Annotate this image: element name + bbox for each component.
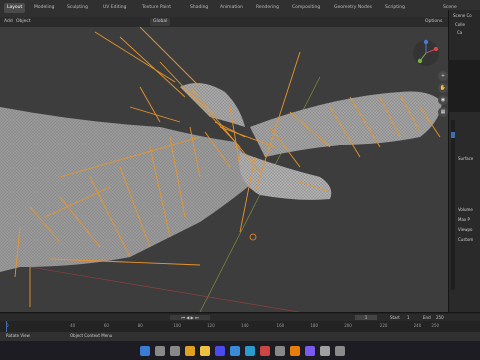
options-dropdown[interactable]: Options (425, 18, 442, 26)
tab-rendering[interactable]: Rendering (253, 3, 282, 13)
timeline-tick-label: 120 (207, 323, 215, 328)
x-axis-line (0, 261, 301, 312)
timeline-tick-label: 60 (103, 323, 109, 328)
explorer-icon[interactable] (200, 346, 210, 356)
status-right: Object Context Menu (70, 333, 113, 338)
zoom-icon[interactable]: + (438, 71, 448, 81)
transform-orientation-dropdown[interactable]: Global (150, 18, 171, 26)
navigation-gizmo[interactable] (412, 39, 440, 67)
tab-modeling[interactable]: Modeling (31, 3, 57, 13)
3d-cursor (249, 233, 257, 241)
volume-section[interactable]: Volume (458, 207, 473, 212)
properties-panel: Surface Volume Max P Viewpo Custom (448, 112, 480, 312)
outliner-item[interactable]: Ca (457, 30, 462, 35)
timeline-tick-label: 80 (137, 323, 143, 328)
app1-icon[interactable] (260, 346, 270, 356)
app3-icon[interactable] (305, 346, 315, 356)
chrome-icon[interactable] (185, 346, 195, 356)
add-menu[interactable]: Add (4, 18, 13, 26)
grid-icon[interactable]: ▦ (438, 107, 448, 117)
timeline[interactable]: ⏮ ◀ ▶ ⏭ 1 Start 1 End 250 0 40 60 80 100 120 1… (0, 312, 480, 333)
outliner-item[interactable]: Scene Co (453, 13, 472, 18)
tab-animation[interactable]: Animation (217, 3, 246, 13)
custom-properties-section[interactable]: Custom (458, 237, 473, 242)
app5-icon[interactable] (335, 346, 345, 356)
search-icon[interactable] (155, 346, 165, 356)
tab-compositing[interactable]: Compositing (289, 3, 323, 13)
3d-viewport[interactable]: + ✋ ◉ ▦ (0, 27, 448, 312)
timeline-tick-label: 160 (276, 323, 285, 328)
store-icon[interactable] (215, 346, 225, 356)
max-field[interactable]: Max P (458, 217, 470, 222)
status-bar: Rotate View Object Context Menu (0, 332, 480, 341)
viewport-section[interactable]: Viewpo (458, 227, 472, 232)
timeline-tick-label: 180 (310, 323, 319, 328)
timeline-tick-label: 240 (413, 323, 422, 328)
pan-hand-icon[interactable]: ✋ (438, 83, 448, 93)
timeline-tick-label: 250 (431, 323, 440, 328)
blender-icon[interactable] (290, 346, 300, 356)
windows-taskbar (0, 341, 480, 360)
timeline-tick-label: 40 (70, 323, 76, 328)
material-tab-icon[interactable] (451, 132, 455, 138)
properties-tab-strip (451, 120, 455, 290)
timeline-tick-label: 200 (344, 323, 352, 328)
surface-section[interactable]: Surface (458, 156, 473, 161)
tab-scripting[interactable]: Scripting (382, 3, 408, 13)
taskview-icon[interactable] (170, 346, 180, 356)
timeline-tick-label: 100 (173, 323, 181, 328)
tab-sculpting[interactable]: Sculpting (64, 3, 91, 13)
axis-gizmo-icon (413, 39, 439, 66)
object-menu[interactable]: Object (16, 18, 31, 26)
start-icon[interactable] (140, 346, 150, 356)
edge-icon[interactable] (245, 346, 255, 356)
timeline-ruler: 0 40 60 80 100 120 140 160 180 200 220 240 250 (0, 313, 480, 333)
viewport-canvas (0, 27, 442, 312)
app4-icon[interactable] (320, 346, 330, 356)
workspace-topbar: Layout Modeling Sculpting UV Editing Texture… (0, 0, 480, 18)
tab-shading[interactable]: Shading (187, 3, 211, 13)
timeline-tick-label: 140 (240, 323, 249, 328)
timeline-tick-label: 220 (379, 323, 388, 328)
tab-layout[interactable]: Layout (4, 3, 26, 13)
mail-icon[interactable] (230, 346, 240, 356)
camera-icon[interactable]: ◉ (438, 95, 448, 105)
outliner-panel: Scene Co Colle Ca (448, 10, 480, 60)
tab-texture-paint[interactable]: Texture Paint (139, 3, 174, 13)
tab-uv-editing[interactable]: UV Editing (100, 3, 129, 13)
app2-icon[interactable] (275, 346, 285, 356)
outliner-item[interactable]: Colle (455, 22, 465, 27)
status-left: Rotate View (6, 333, 30, 338)
tab-geometry-nodes[interactable]: Geometry Nodes (331, 3, 375, 13)
viewport-header: Add Object Global Options (0, 17, 448, 27)
